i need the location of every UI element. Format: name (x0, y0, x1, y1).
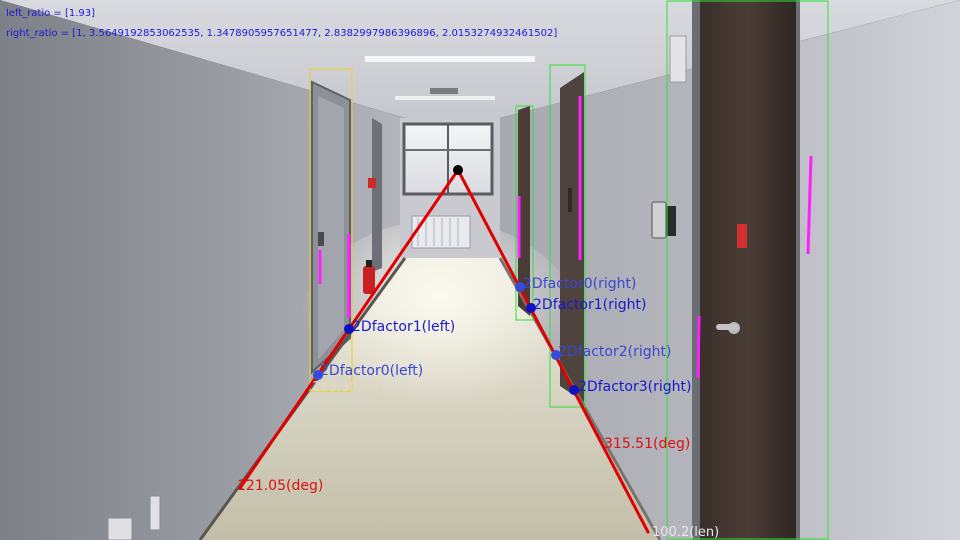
right-factor-3-label: 2Dfactor3(right) (578, 379, 691, 395)
right-angle-label: 315.51(deg) (604, 436, 690, 452)
fire-extinguisher (363, 266, 375, 294)
left-factor-1-label: 2Dfactor1(left) (352, 319, 455, 335)
right-factor-1-label: 2Dfactor1(right) (533, 297, 646, 313)
left-ratio-text: left_ratio = [1.93] (6, 8, 95, 19)
ceiling-light (395, 96, 495, 100)
left-angle-label: 121.05(deg) (237, 478, 323, 494)
left-factor-0-label: 2Dfactor0(left) (320, 363, 423, 379)
vanishing-point (453, 165, 463, 175)
annotated-corridor-scene: left_ratio = [1.93] right_ratio = [1, 3.… (0, 0, 960, 540)
left-door-far (372, 118, 382, 272)
right-factor-0-label: 2Dfactor0(right) (523, 276, 636, 292)
right-ratio-text: right_ratio = [1, 3.5649192853062535, 1.… (6, 28, 557, 39)
ceiling-light (365, 56, 535, 62)
right-length-label: 100.2(len) (652, 525, 719, 540)
radiator (411, 215, 471, 249)
left-length-label: 118.3(len) (312, 380, 379, 395)
card-reader (651, 201, 667, 239)
right-door-near (700, 0, 796, 540)
corridor-photo (0, 0, 960, 540)
right-factor-2-label: 2Dfactor2(right) (558, 344, 671, 360)
